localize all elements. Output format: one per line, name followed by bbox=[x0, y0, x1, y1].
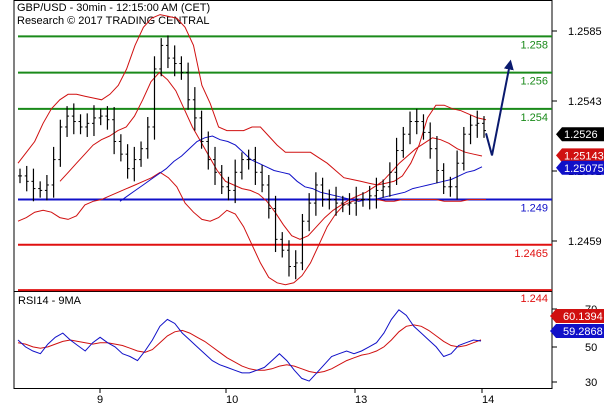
bollinger-upper-line bbox=[17, 14, 487, 186]
level-label: 1.249 bbox=[520, 202, 548, 214]
x-tick: 13 bbox=[355, 394, 367, 406]
x-tick: 14 bbox=[482, 394, 494, 406]
price-y-tick: 1.2543 bbox=[568, 96, 602, 108]
moving-average-red-line bbox=[59, 71, 483, 240]
moving-average-blue-line bbox=[119, 135, 483, 202]
price-tags: 1.2526 1.251431.25075 bbox=[556, 127, 604, 175]
bollinger-lower-line bbox=[17, 171, 486, 286]
price-chart: 1.2585 1.2543 1.2501 1.2459 70 50 30 9 1… bbox=[13, 0, 604, 406]
rsi-tags: 60.1394 59.2868 bbox=[550, 309, 604, 338]
price-y-tick: 1.2585 bbox=[568, 26, 602, 38]
rsi-tag-label: 60.1394 bbox=[563, 311, 603, 323]
price-tag-label: 1.2526 bbox=[564, 129, 598, 141]
price-tag-label: 1.25143 bbox=[564, 150, 604, 162]
rsi-title: RSI14 - 9MA bbox=[18, 295, 82, 307]
rsi-y-tick: 30 bbox=[585, 377, 597, 389]
level-label: 1.258 bbox=[520, 39, 548, 51]
level-label: 1.2465 bbox=[514, 248, 548, 260]
level-label: 1.244 bbox=[520, 293, 548, 305]
rsi-y-tick: 50 bbox=[585, 342, 597, 354]
x-tick: 10 bbox=[226, 394, 238, 406]
level-label: 1.256 bbox=[520, 76, 548, 88]
x-tick: 9 bbox=[97, 394, 103, 406]
price-panel-frame bbox=[13, 0, 553, 292]
rsi-line bbox=[17, 309, 482, 382]
price-tag-label: 1.25075 bbox=[564, 163, 604, 175]
price-y-tick: 1.2459 bbox=[568, 236, 602, 248]
x-axis: 9 10 13 14 bbox=[97, 388, 494, 406]
rsi-tag-label: 59.2868 bbox=[563, 326, 603, 338]
rsi-panel-frame bbox=[13, 291, 553, 389]
level-label: 1.254 bbox=[520, 112, 548, 124]
